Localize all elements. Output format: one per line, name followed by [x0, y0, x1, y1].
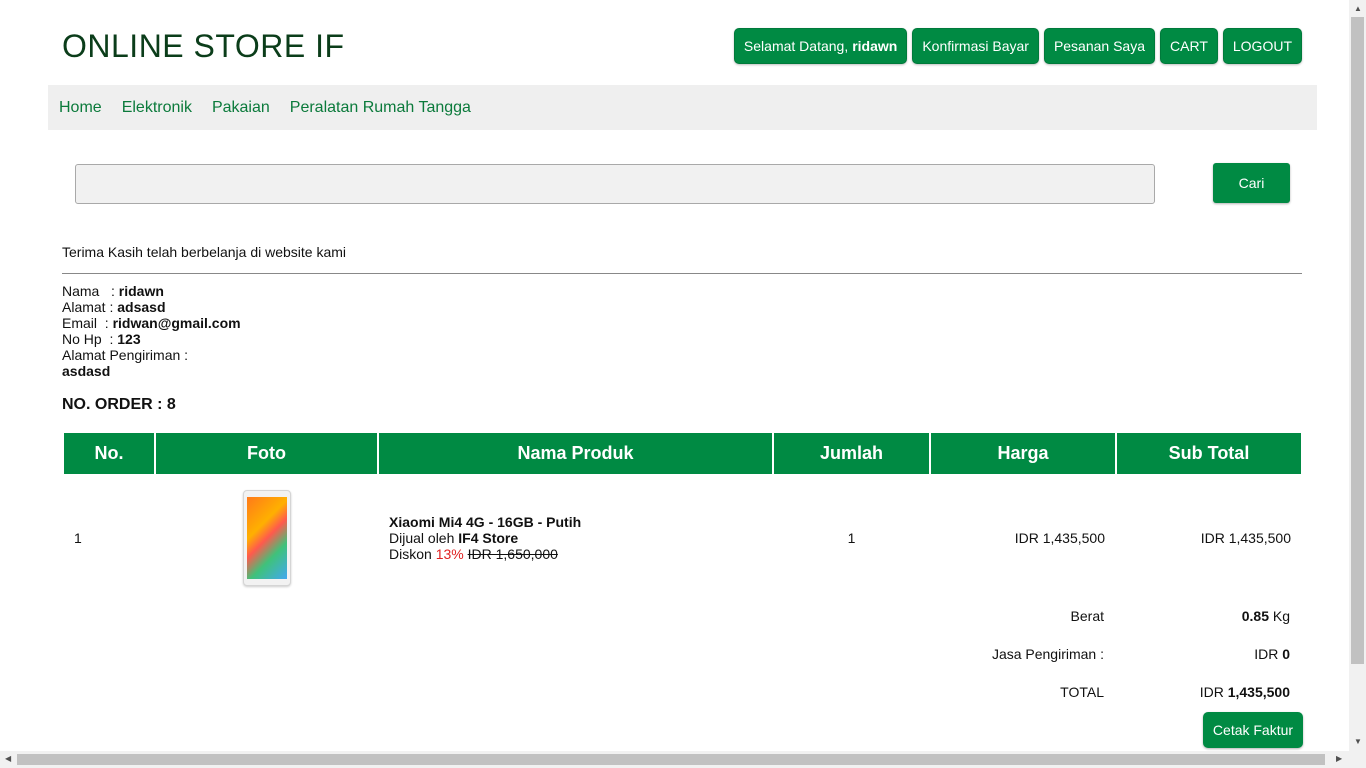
scroll-left-icon[interactable]: ◀ [5, 754, 11, 763]
jasa-currency: IDR [1254, 646, 1279, 662]
berat-number: 0.85 [1241, 608, 1269, 624]
nav-peralatan-rumah-tangga[interactable]: Peralatan Rumah Tangga [290, 99, 471, 117]
thank-you-message: Terima Kasih telah berbelanja di website… [62, 244, 347, 260]
header-harga: Harga [931, 433, 1115, 474]
row-photo [156, 476, 377, 600]
hp-label: No Hp : [62, 331, 114, 347]
nama-value: ridawn [118, 283, 164, 299]
cetak-faktur-button[interactable]: Cetak Faktur [1203, 712, 1303, 748]
header-foto: Foto [156, 433, 377, 474]
email-value: ridwan@gmail.com [112, 315, 241, 331]
order-value: 8 [166, 396, 176, 413]
welcome-button[interactable]: Selamat Datang, ridawn [733, 28, 908, 64]
vertical-scrollbar[interactable]: ▲ ▼ [1349, 0, 1366, 751]
order-table: No. Foto Nama Produk Jumlah Harga Sub To… [62, 431, 1303, 602]
berat-unit: Kg [1272, 608, 1290, 624]
row-subtotal: IDR 1,435,500 [1200, 530, 1291, 546]
phone-image[interactable] [242, 490, 291, 586]
header-jumlah: Jumlah [774, 433, 929, 474]
table-row: 1 Xiaomi Mi4 4G - 16GB - Putih Dijual ol… [64, 476, 1301, 600]
nav-pakaian[interactable]: Pakaian [212, 99, 270, 117]
nav-elektronik[interactable]: Elektronik [122, 99, 192, 117]
row-product: Xiaomi Mi4 4G - 16GB - Putih Dijual oleh… [379, 476, 772, 600]
top-actions: Selamat Datang, ridawn Konfirmasi Bayar … [733, 28, 1302, 64]
konfirmasi-bayar-button[interactable]: Konfirmasi Bayar [912, 28, 1039, 64]
header-no: No. [64, 433, 154, 474]
nama-label: Nama : [62, 283, 115, 299]
total-currency: IDR [1199, 684, 1224, 700]
horizontal-scroll-thumb[interactable] [17, 754, 1325, 765]
pengiriman-label: Alamat Pengiriman : [62, 347, 189, 363]
header-sub-total: Sub Total [1117, 433, 1301, 474]
row-qty: 1 [847, 530, 856, 546]
hp-value: 123 [117, 331, 141, 347]
seller-name: IF4 Store [458, 530, 519, 546]
search-input[interactable] [75, 164, 1155, 204]
vertical-scroll-thumb[interactable] [1351, 17, 1364, 664]
scroll-right-icon[interactable]: ▶ [1336, 754, 1342, 763]
store-brand[interactable]: ONLINE STORE IF [62, 28, 345, 65]
discount-prefix: Diskon [389, 546, 432, 562]
jasa-pengiriman-value: IDR 0 [1254, 646, 1290, 662]
nav-home[interactable]: Home [59, 99, 102, 117]
jasa-pengiriman-label: Jasa Pengiriman : [991, 646, 1104, 662]
jasa-number: 0 [1282, 646, 1290, 662]
alamat-value: adsasd [117, 299, 166, 315]
category-nav: Home Elektronik Pakaian Peralatan Rumah … [48, 85, 1317, 130]
scroll-down-icon[interactable]: ▼ [1354, 737, 1362, 746]
alamat-label: Alamat : [62, 299, 114, 315]
pesanan-saya-button[interactable]: Pesanan Saya [1043, 28, 1156, 64]
order-label: NO. ORDER : [62, 396, 163, 413]
welcome-prefix: Selamat Datang, [743, 38, 849, 54]
total-number: 1,435,500 [1227, 684, 1290, 700]
table-header-row: No. Foto Nama Produk Jumlah Harga Sub To… [64, 433, 1301, 474]
seller-prefix: Dijual oleh [389, 530, 455, 546]
product-name[interactable]: Xiaomi Mi4 4G - 16GB - Putih [389, 514, 581, 530]
welcome-username: ridawn [852, 38, 898, 54]
berat-value: 0.85 Kg [1242, 608, 1290, 624]
discount-percent: 13% [435, 546, 464, 562]
scroll-up-icon[interactable]: ▲ [1354, 4, 1362, 13]
search-button[interactable]: Cari [1213, 163, 1290, 203]
pengiriman-value: asdasd [62, 363, 111, 379]
total-value: IDR 1,435,500 [1200, 684, 1290, 700]
original-price: IDR 1,650,000 [467, 546, 558, 562]
total-label: TOTAL [1060, 684, 1104, 700]
row-price: IDR 1,435,500 [1014, 530, 1105, 546]
berat-label: Berat [1070, 608, 1104, 624]
email-label: Email : [62, 315, 109, 331]
customer-info: Nama : ridawn Alamat : adsasd Email : ri… [62, 283, 241, 379]
divider [62, 273, 1302, 274]
horizontal-scrollbar[interactable]: ◀ ▶ [0, 751, 1366, 768]
row-no: 1 [74, 530, 82, 546]
order-number: NO. ORDER : 8 [62, 396, 176, 414]
logout-button[interactable]: LOGOUT [1222, 28, 1302, 64]
cart-button[interactable]: CART [1160, 28, 1218, 64]
header-nama-produk: Nama Produk [379, 433, 772, 474]
